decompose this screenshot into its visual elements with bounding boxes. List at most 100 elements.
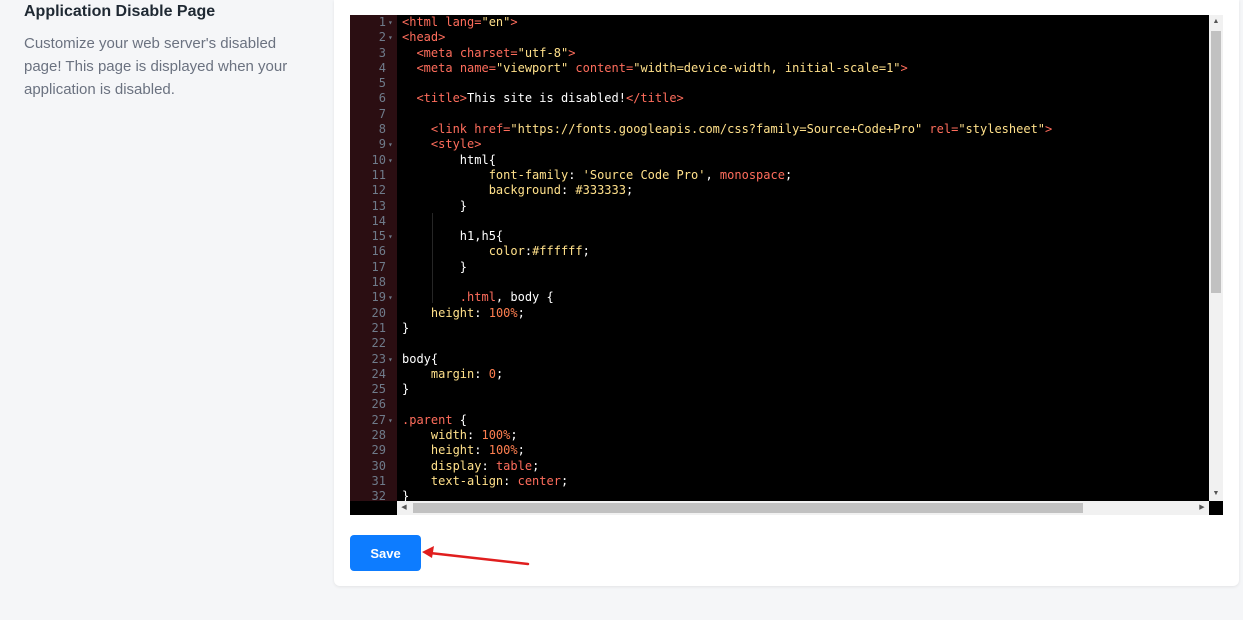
fold-toggle-icon[interactable]: ▾: [388, 30, 396, 45]
code-token: <style>: [430, 137, 482, 152]
fold-toggle-icon[interactable]: ▾: [388, 290, 396, 305]
code-line[interactable]: 19 ▾ .html, body {: [350, 290, 1209, 305]
line-number: 2: [378, 30, 386, 45]
code-token: }: [402, 198, 468, 213]
code-line[interactable]: 30 display: table;: [350, 459, 1209, 474]
code-token: <head>: [402, 30, 446, 45]
code-token: monospace: [719, 167, 785, 182]
code-token: , body {: [495, 290, 554, 305]
code-line[interactable]: 8 <link href="https://fonts.googleapis.c…: [350, 122, 1209, 137]
code-token: display: [430, 458, 482, 473]
line-number: 19: [371, 290, 386, 305]
scroll-up-icon[interactable]: ▲: [1209, 15, 1223, 29]
code-line[interactable]: 16 color:#ffffff;: [350, 244, 1209, 259]
code-line[interactable]: 25}: [350, 382, 1209, 397]
code-token: >: [568, 45, 576, 60]
horizontal-scrollbar[interactable]: ◀ ▶: [397, 501, 1209, 515]
code-line[interactable]: 9 ▾ <style>: [350, 137, 1209, 152]
code-token: {: [452, 412, 468, 427]
code-token: charset=: [459, 45, 518, 60]
scroll-down-icon[interactable]: ▼: [1209, 487, 1223, 501]
code-line[interactable]: 1 ▾ <html lang="en">: [350, 15, 1209, 30]
code-line[interactable]: 12 background: #333333;: [350, 183, 1209, 198]
line-number: 4: [378, 60, 386, 75]
settings-description-panel: Application Disable Page Customize your …: [24, 0, 324, 101]
code-line[interactable]: 26: [350, 397, 1209, 412]
code-line[interactable]: 15 ▾ h1,h5{: [350, 229, 1209, 244]
fold-toggle-icon[interactable]: ▾: [388, 137, 396, 152]
code-token: center: [517, 473, 561, 488]
horizontal-scroll-thumb[interactable]: [413, 503, 1083, 513]
code-line[interactable]: 14: [350, 214, 1209, 229]
scroll-left-icon[interactable]: ◀: [397, 501, 411, 515]
code-token: ;: [510, 428, 518, 443]
line-number: 18: [371, 275, 386, 290]
code-line[interactable]: 32}: [350, 489, 1209, 501]
line-number: 25: [371, 382, 386, 397]
code-text: <meta name="viewport" content="width=dev…: [402, 60, 908, 76]
code-line[interactable]: 3 <meta charset="utf-8">: [350, 46, 1209, 61]
line-number: 7: [378, 106, 386, 121]
code-token: #333333: [575, 183, 626, 198]
section-title: Application Disable Page: [24, 3, 216, 20]
code-line[interactable]: 23 ▾ body{: [350, 352, 1209, 367]
code-token: height: [430, 305, 475, 320]
code-text: }: [402, 382, 409, 397]
code-line[interactable]: 29 height: 100%;: [350, 443, 1209, 458]
code-line[interactable]: 11 font-family: 'Source Code Pro', monos…: [350, 168, 1209, 183]
line-number: 30: [371, 458, 386, 473]
code-line[interactable]: 6 <title>This site is disabled!</title>: [350, 91, 1209, 106]
code-token: :: [568, 167, 583, 182]
code-editor[interactable]: 1 ▾ <html lang="en"> 2 ▾ <head> 3 <meta charse…: [350, 15, 1223, 515]
code-token: >: [900, 60, 908, 75]
line-number: 13: [371, 198, 386, 213]
code-token: margin: [430, 366, 475, 381]
scroll-right-icon[interactable]: ▶: [1195, 501, 1209, 515]
code-token: text-align: [430, 473, 504, 488]
code-token: body{: [402, 351, 439, 366]
fold-toggle-icon[interactable]: ▾: [388, 229, 396, 244]
code-token: "https://fonts.googleapis.com/css?family…: [510, 122, 923, 137]
code-text: font-family: 'Source Code Pro', monospac…: [402, 168, 792, 183]
code-lines[interactable]: 1 ▾ <html lang="en"> 2 ▾ <head> 3 <meta charse…: [350, 15, 1209, 501]
code-line[interactable]: 17 }: [350, 260, 1209, 275]
code-line[interactable]: 22: [350, 336, 1209, 351]
code-text: <html lang="en">: [402, 15, 518, 30]
code-token: 100%: [488, 443, 518, 458]
code-line[interactable]: 4 <meta name="viewport" content="width=d…: [350, 61, 1209, 76]
code-text: .html, body {: [402, 290, 554, 305]
code-line[interactable]: 7: [350, 107, 1209, 122]
code-line[interactable]: 24 margin: 0;: [350, 367, 1209, 382]
fold-toggle-icon[interactable]: ▾: [388, 15, 396, 30]
code-token: color: [488, 244, 525, 259]
code-line[interactable]: 20 height: 100%;: [350, 306, 1209, 321]
save-button[interactable]: Save: [350, 535, 421, 571]
fold-toggle-icon[interactable]: ▾: [388, 153, 396, 168]
code-line[interactable]: 2 ▾ <head>: [350, 30, 1209, 45]
code-token: .html: [459, 290, 496, 305]
code-line[interactable]: 13 }: [350, 199, 1209, 214]
code-line[interactable]: 31 text-align: center;: [350, 474, 1209, 489]
code-token: 'Source Code Pro': [582, 167, 706, 182]
code-line[interactable]: 28 width: 100%;: [350, 428, 1209, 443]
code-line[interactable]: 27 ▾ .parent {: [350, 413, 1209, 428]
vertical-scroll-thumb[interactable]: [1211, 31, 1221, 293]
line-number: 11: [371, 167, 386, 182]
code-line[interactable]: 5: [350, 76, 1209, 91]
code-line[interactable]: 18: [350, 275, 1209, 290]
fold-toggle-icon[interactable]: ▾: [388, 352, 396, 367]
code-text: width: 100%;: [402, 428, 518, 443]
code-token: rel=: [922, 122, 959, 137]
code-line[interactable]: 21}: [350, 321, 1209, 336]
code-token: <html: [402, 15, 446, 29]
code-line[interactable]: 10 ▾ html{: [350, 153, 1209, 168]
fold-toggle-icon[interactable]: ▾: [388, 413, 396, 428]
vertical-scrollbar[interactable]: ▲ ▼: [1209, 15, 1223, 501]
code-text: height: 100%;: [402, 306, 525, 321]
code-token: :: [474, 366, 489, 381]
